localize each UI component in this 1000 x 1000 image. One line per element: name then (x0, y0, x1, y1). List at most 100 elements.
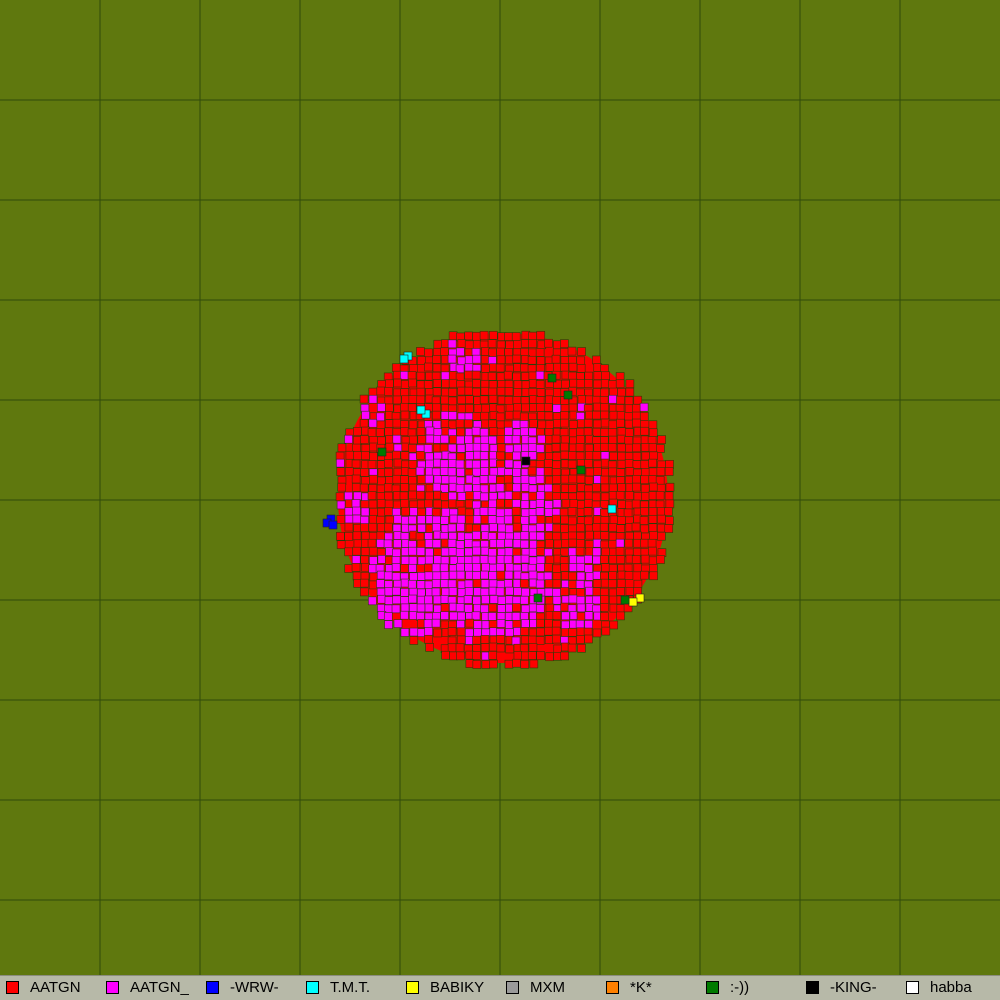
smiley-team-enclave[interactable] (620, 595, 630, 605)
aatgn-underscore-territory-cell (552, 588, 562, 597)
aatgn-territory-cell (457, 386, 466, 396)
aatgn-underscore-territory-cell (505, 620, 514, 630)
legend-label: :-)) (730, 979, 750, 996)
aatgn-territory-cell (544, 491, 554, 501)
territory-map[interactable] (0, 0, 1000, 975)
aatgn-territory-cell (640, 538, 649, 548)
aatgn-territory-cell (624, 428, 634, 437)
aatgn-territory-cell (369, 442, 378, 452)
aatgn-territory-cell (408, 378, 417, 388)
smiley-team-enclave[interactable] (533, 593, 543, 603)
aatgn-territory-cell (392, 418, 402, 428)
aatgn-territory-cell (440, 419, 450, 428)
aatgn-territory-cell (376, 484, 386, 494)
aatgn-territory-cell (568, 451, 577, 460)
aatgn-underscore-territory-cell (408, 452, 418, 462)
smiley-team-enclave[interactable] (377, 447, 387, 457)
aatgn-underscore-territory-cell (424, 555, 434, 565)
aatgn-territory-cell (512, 619, 522, 629)
aatgn-underscore-territory-cell (455, 548, 465, 557)
aatgn-territory-cell (441, 387, 450, 397)
aatgn-underscore-territory-cell (377, 555, 387, 564)
aatgn-territory-cell (617, 434, 626, 444)
aatgn-territory-cell (416, 490, 425, 500)
aatgn-territory-cell (448, 396, 457, 406)
aatgn-territory-cell (512, 354, 522, 364)
aatgn-territory-cell (512, 410, 522, 420)
aatgn-territory-cell (527, 364, 537, 374)
aatgn-territory-cell (536, 618, 545, 628)
aatgn-underscore-territory-cell (513, 531, 522, 541)
aatgn-territory-cell (599, 522, 609, 532)
aatgn-territory-cell (527, 651, 537, 660)
tmt-enclave[interactable] (607, 504, 617, 514)
babiky-enclave[interactable] (628, 597, 638, 607)
aatgn-territory-cell (351, 483, 361, 492)
aatgn-territory-cell (455, 419, 465, 429)
aatgn-territory-cell (384, 427, 393, 437)
aatgn-underscore-territory-cell (400, 610, 409, 620)
aatgn-territory-cell (568, 484, 577, 493)
aatgn-territory-cell (567, 643, 577, 653)
aatgn-territory-cell (665, 499, 675, 509)
legend-item-aatgn: AATGN (0, 976, 100, 1000)
aatgn-underscore-territory-cell (425, 452, 434, 462)
aatgn-territory-cell (585, 530, 594, 540)
aatgn-territory-cell (481, 363, 490, 373)
aatgn-underscore-territory-cell (464, 604, 473, 613)
aatgn-underscore-territory-cell (440, 516, 449, 525)
aatgn-territory-cell (336, 540, 346, 550)
aatgn-underscore-territory-cell (408, 594, 418, 604)
aatgn-territory-cell (337, 443, 347, 453)
aatgn-territory-cell (471, 370, 481, 380)
aatgn-territory-cell (648, 523, 658, 533)
king-enclave[interactable] (521, 456, 531, 466)
aatgn-territory-cell (432, 403, 441, 413)
aatgn-underscore-territory-cell (569, 555, 578, 565)
aatgn-underscore-territory-cell (488, 474, 497, 484)
aatgn-underscore-territory-cell (472, 530, 481, 540)
aatgn-underscore-territory-cell (513, 555, 522, 564)
aatgn-territory-cell (583, 418, 593, 428)
aatgn-territory-cell (648, 546, 657, 556)
smiley-team-enclave[interactable] (563, 390, 573, 400)
smiley-team-enclave[interactable] (576, 465, 586, 475)
aatgn-territory-cell (544, 563, 553, 572)
aatgn-territory-cell (375, 428, 385, 437)
aatgn-territory-cell (433, 348, 442, 357)
aatgn-territory-cell (505, 340, 514, 350)
legend-swatch (706, 981, 719, 994)
aatgn-territory-cell (583, 427, 593, 437)
game-map[interactable] (0, 0, 1000, 975)
aatgn-territory-cell (608, 420, 618, 430)
tmt-enclave[interactable] (399, 354, 409, 364)
aatgn-underscore-territory-cell (353, 491, 362, 501)
aatgn-territory-cell (544, 338, 553, 348)
aatgn-territory-cell (440, 347, 449, 357)
aatgn-underscore-territory-cell (456, 467, 465, 477)
aatgn-underscore-territory-cell (383, 612, 393, 621)
aatgn-underscore-territory-cell (431, 579, 441, 588)
wrw-enclave[interactable] (328, 520, 338, 530)
aatgn-underscore-territory-cell (431, 618, 441, 628)
aatgn-territory-cell (615, 372, 625, 381)
legend-label: -KING- (830, 979, 877, 996)
aatgn-territory-cell (384, 483, 393, 493)
aatgn-territory-cell (576, 531, 585, 541)
aatgn-territory-cell (464, 395, 474, 404)
aatgn-underscore-territory-cell (416, 612, 425, 621)
aatgn-territory-cell (479, 395, 489, 405)
aatgn-territory-cell (544, 531, 554, 541)
aatgn-territory-cell (593, 467, 603, 476)
tmt-enclave[interactable] (416, 405, 426, 415)
aatgn-underscore-territory-cell (393, 619, 403, 628)
aatgn-underscore-territory-cell (408, 515, 417, 525)
legend-swatch (106, 981, 119, 994)
smiley-team-enclave[interactable] (547, 373, 557, 383)
aatgn-underscore-territory-cell (455, 540, 465, 549)
aatgn-underscore-territory-cell (471, 555, 481, 565)
aatgn-territory-cell (472, 578, 482, 588)
aatgn-territory-cell (640, 554, 650, 564)
aatgn-territory-cell (657, 514, 666, 524)
territory-cluster[interactable] (335, 330, 675, 669)
